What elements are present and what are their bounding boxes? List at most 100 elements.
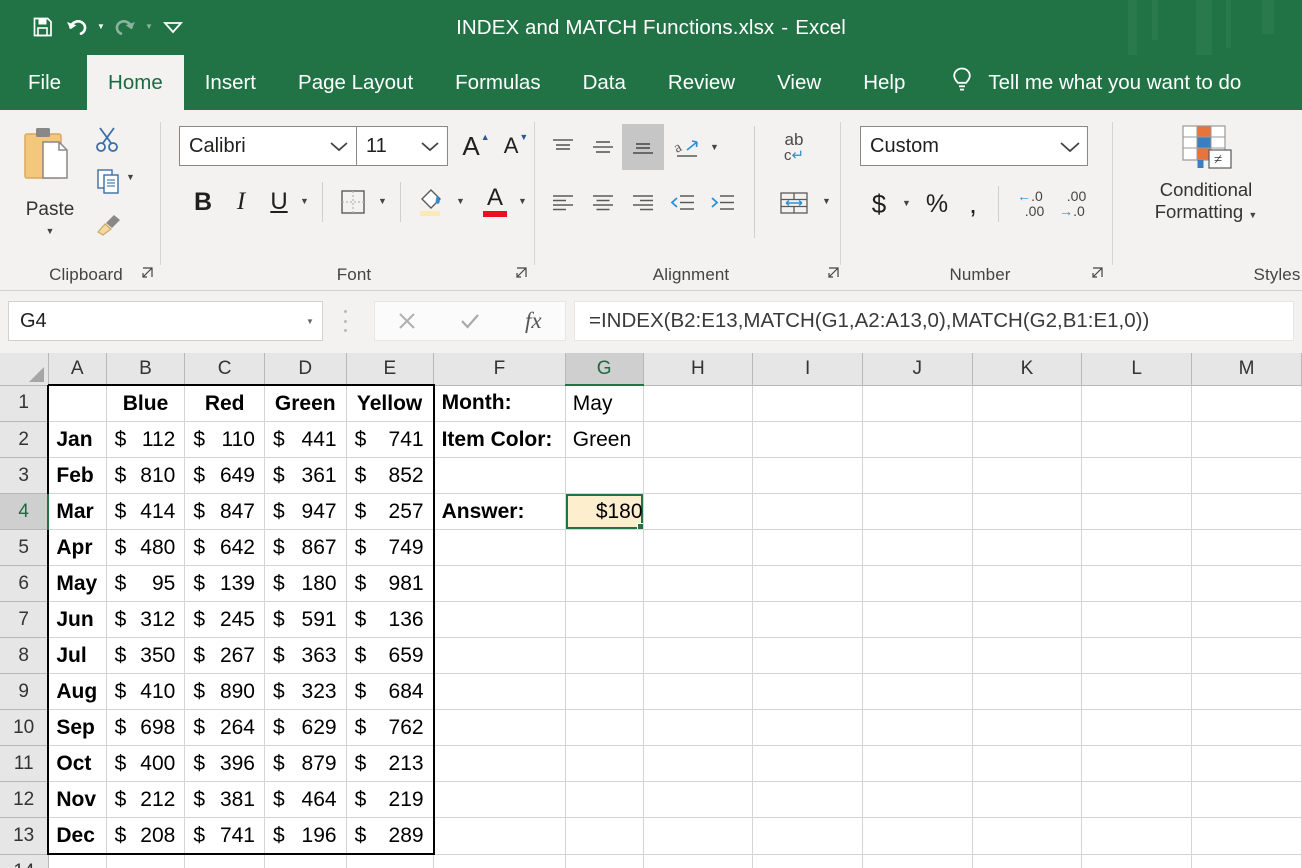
column-header-c[interactable]: C [185,353,265,385]
number-format-combo[interactable]: Custom [860,126,1088,166]
row-header-12[interactable]: 12 [0,782,48,818]
underline-button[interactable]: U [262,182,296,222]
cell-h12[interactable] [643,782,753,818]
cell-l11[interactable] [1082,746,1192,782]
cell-k5[interactable] [972,530,1082,566]
column-header-h[interactable]: H [643,353,753,385]
row-header-11[interactable]: 11 [0,746,48,782]
cell-a1[interactable] [48,385,106,422]
cell-k10[interactable] [972,710,1082,746]
cell-i4[interactable] [753,494,863,530]
redo-icon[interactable] [108,10,142,44]
row-header-8[interactable]: 8 [0,638,48,674]
cell-g12[interactable] [565,782,643,818]
cell-j12[interactable] [862,782,972,818]
cell-m1[interactable] [1192,385,1302,422]
cell-i1[interactable] [753,385,863,422]
cell-d3[interactable]: $361 [264,458,346,494]
cell-b12[interactable]: $212 [106,782,185,818]
cell-c11[interactable]: $396 [185,746,265,782]
clipboard-dialog-launcher[interactable] [140,265,156,281]
cell-d6[interactable]: $180 [264,566,346,602]
conditional-formatting-button[interactable]: ≠ Conditional Formatting ▼ [1132,124,1280,223]
wrap-text-button[interactable]: ab c↵ [772,126,816,168]
cell-d10[interactable]: $629 [264,710,346,746]
cell-a6[interactable]: May [48,566,106,602]
tab-view[interactable]: View [756,55,842,110]
cell-m11[interactable] [1192,746,1302,782]
cell-h10[interactable] [643,710,753,746]
cell-e14[interactable] [346,854,434,868]
cell-k4[interactable] [972,494,1082,530]
customize-quick-access-toolbar-icon[interactable] [156,10,190,44]
name-box-dropdown-icon[interactable]: ▼ [298,317,322,326]
row-header-14[interactable]: 14 [0,854,48,868]
cell-b14[interactable] [106,854,185,868]
cell-m9[interactable] [1192,674,1302,710]
cell-h9[interactable] [643,674,753,710]
cell-i5[interactable] [753,530,863,566]
name-box[interactable]: G4 ▼ [8,301,323,341]
row-header-7[interactable]: 7 [0,602,48,638]
cell-m4[interactable] [1192,494,1302,530]
cell-c9[interactable]: $890 [185,674,265,710]
cell-e1[interactable]: Yellow [346,385,434,422]
cell-l3[interactable] [1082,458,1192,494]
align-right-button[interactable] [624,184,662,222]
cell-d8[interactable]: $363 [264,638,346,674]
font-color-dropdown-icon[interactable]: ▼ [518,196,527,206]
conditional-formatting-dropdown-icon[interactable]: ▼ [1248,210,1257,220]
cell-l14[interactable] [1082,854,1192,868]
row-header-1[interactable]: 1 [0,385,48,422]
tab-formulas[interactable]: Formulas [434,55,561,110]
borders-button[interactable] [334,182,372,222]
cell-j13[interactable] [862,818,972,855]
cell-j10[interactable] [862,710,972,746]
formula-input[interactable]: =INDEX(B2:E13,MATCH(G1,A2:A13,0),MATCH(G… [574,301,1294,341]
accounting-dropdown-icon[interactable]: ▼ [902,198,911,208]
column-header-a[interactable]: A [48,353,106,385]
cell-k11[interactable] [972,746,1082,782]
fill-color-button[interactable] [412,180,450,224]
row-header-10[interactable]: 10 [0,710,48,746]
align-center-button[interactable] [584,184,622,222]
cell-m12[interactable] [1192,782,1302,818]
column-header-j[interactable]: J [862,353,972,385]
cell-e10[interactable]: $762 [346,710,434,746]
cell-b11[interactable]: $400 [106,746,185,782]
cell-d4[interactable]: $947 [264,494,346,530]
cell-h11[interactable] [643,746,753,782]
cell-i11[interactable] [753,746,863,782]
cell-l1[interactable] [1082,385,1192,422]
cell-a4[interactable]: Mar [48,494,106,530]
top-align-button[interactable] [544,128,582,166]
cell-d13[interactable]: $196 [264,818,346,855]
cell-l13[interactable] [1082,818,1192,855]
cell-a8[interactable]: Jul [48,638,106,674]
increase-font-size-button[interactable]: A ▲ [458,128,494,164]
tab-insert[interactable]: Insert [184,55,277,110]
cell-f14[interactable] [434,854,566,868]
merge-and-center-button[interactable] [772,182,816,224]
cell-e4[interactable]: $257 [346,494,434,530]
italic-button[interactable]: I [224,182,258,222]
cell-j9[interactable] [862,674,972,710]
cell-f10[interactable] [434,710,566,746]
cell-g10[interactable] [565,710,643,746]
cell-b10[interactable]: $698 [106,710,185,746]
cell-b4[interactable]: $414 [106,494,185,530]
cell-e12[interactable]: $219 [346,782,434,818]
cell-k14[interactable] [972,854,1082,868]
bold-button[interactable]: B [186,182,220,222]
cell-j5[interactable] [862,530,972,566]
cell-g2[interactable]: Green [565,422,643,458]
decrease-indent-button[interactable] [664,184,702,222]
undo-dropdown-icon[interactable]: ▼ [94,10,108,44]
copy-button[interactable] [92,165,126,199]
row-header-13[interactable]: 13 [0,818,48,855]
cell-m10[interactable] [1192,710,1302,746]
cell-d7[interactable]: $591 [264,602,346,638]
cell-e9[interactable]: $684 [346,674,434,710]
cell-f9[interactable] [434,674,566,710]
bottom-align-button[interactable] [622,124,664,170]
